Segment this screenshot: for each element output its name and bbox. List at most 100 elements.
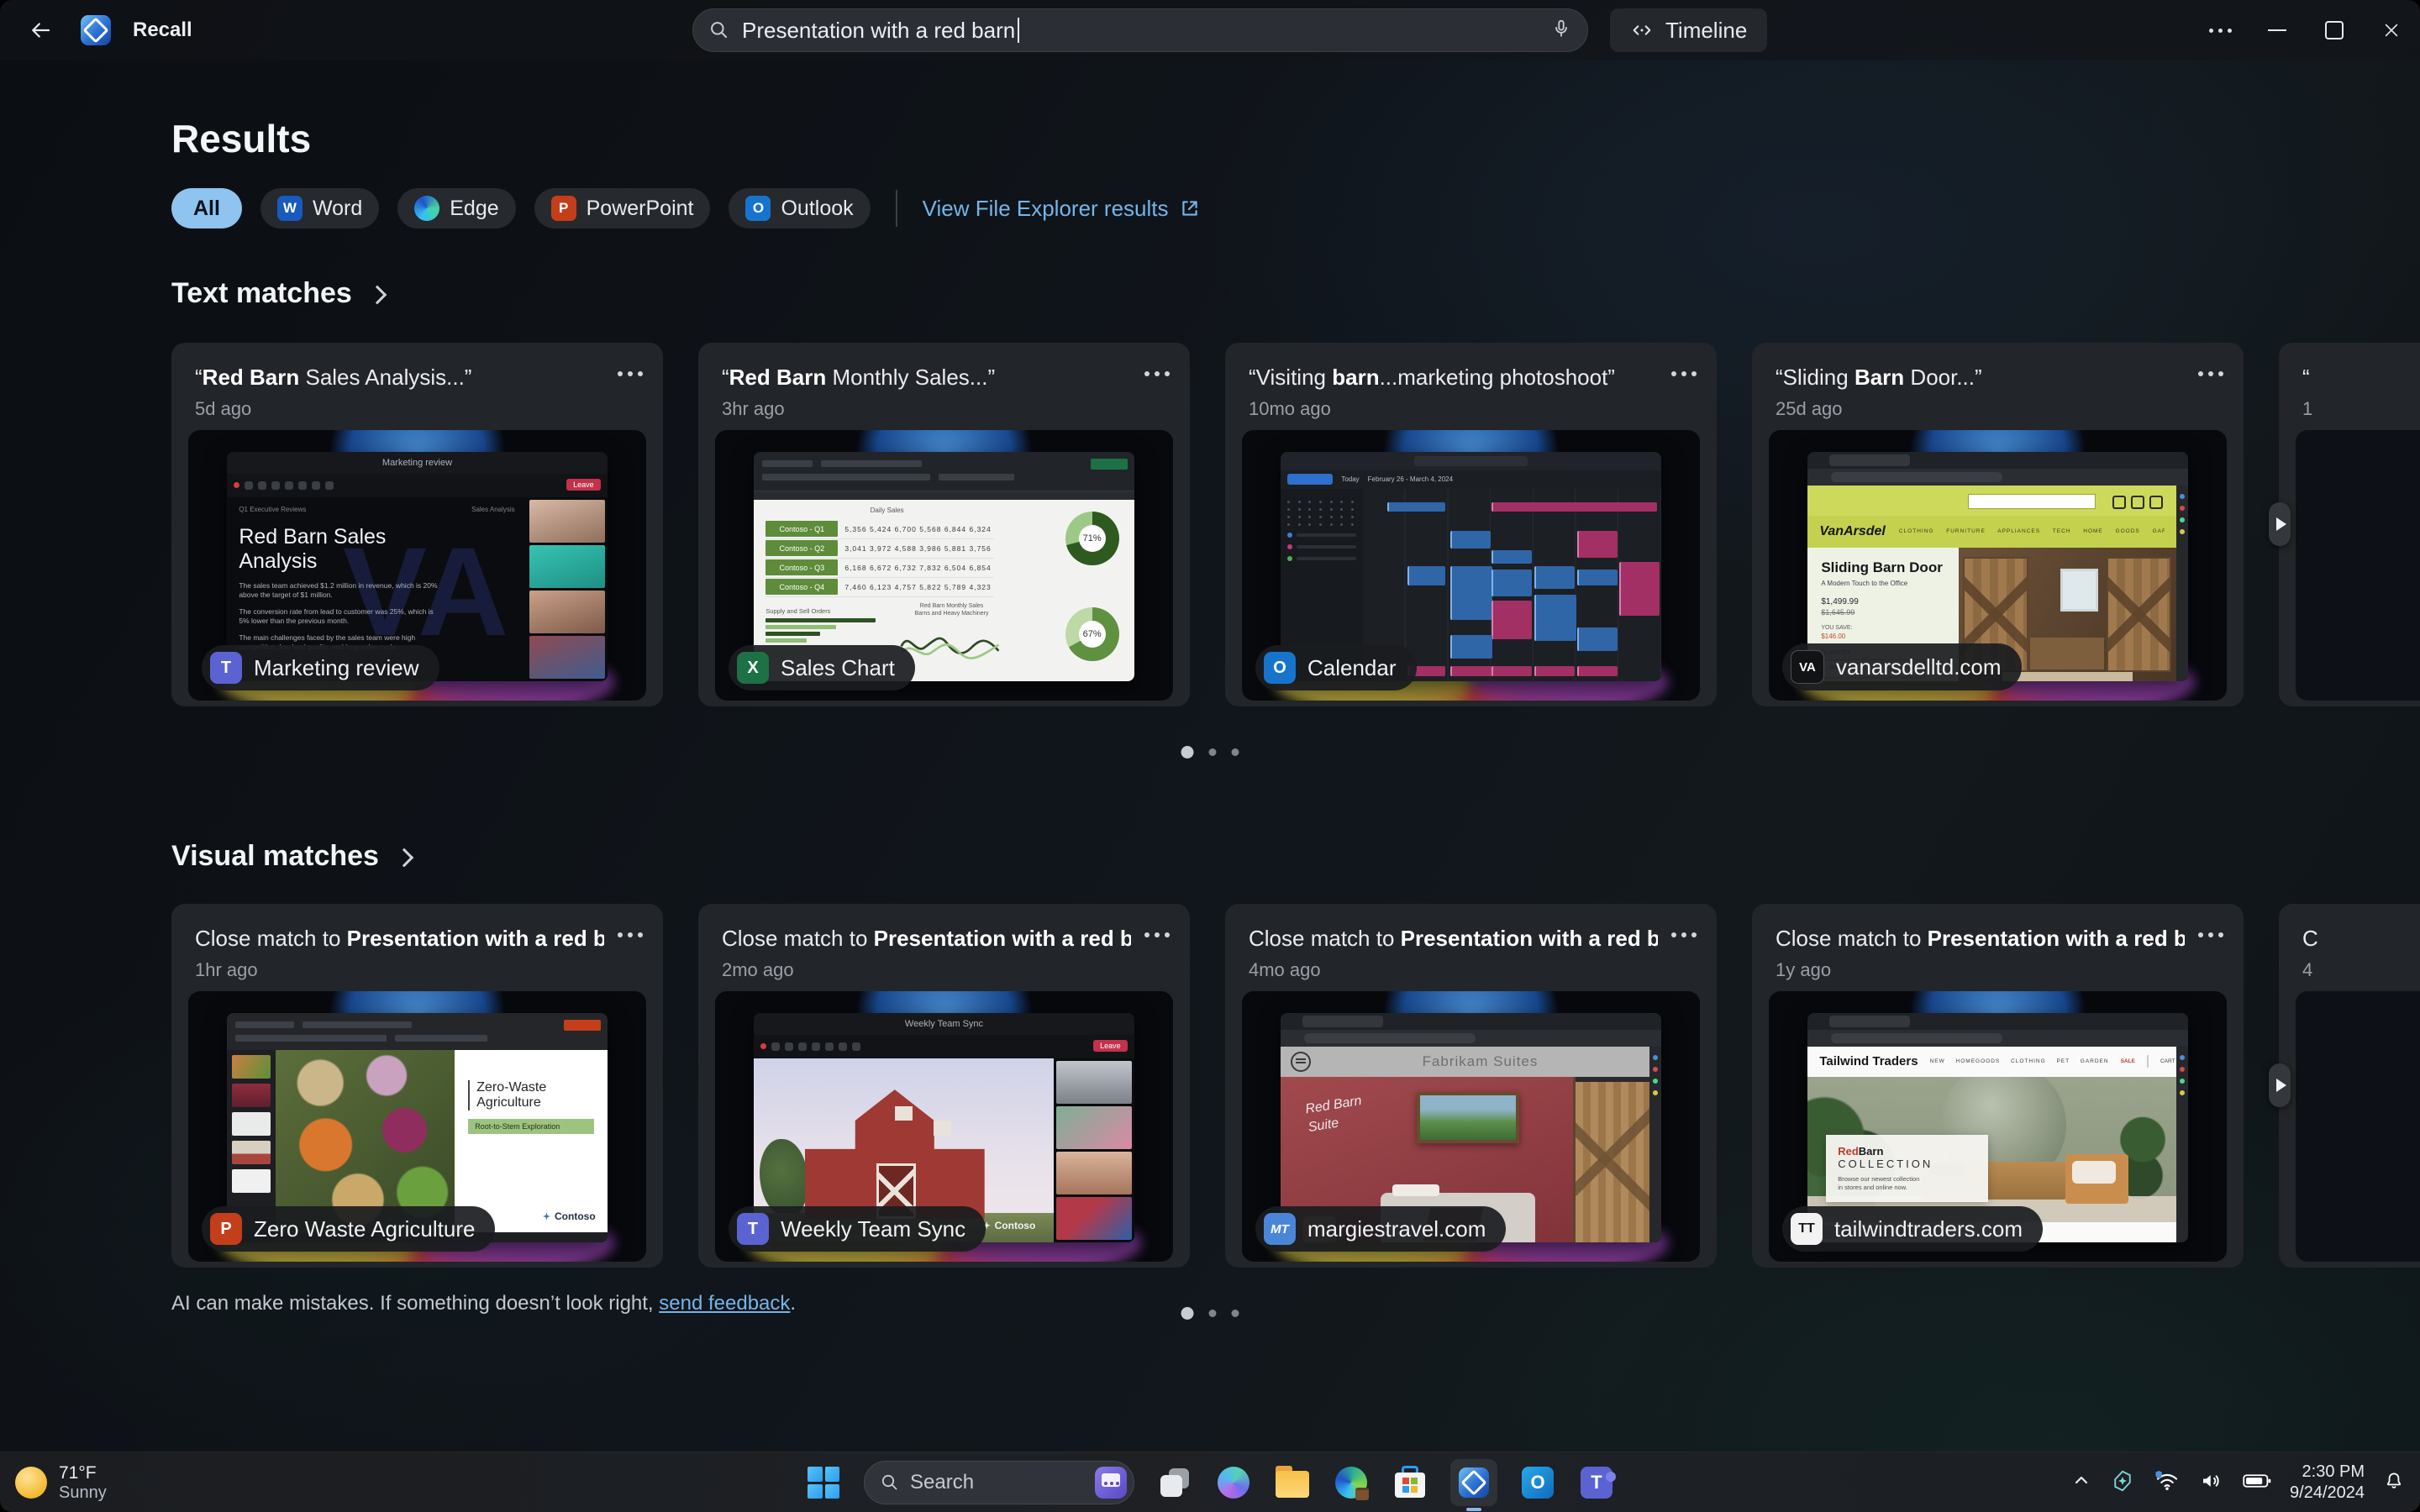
text-match-card-partial[interactable]: “ 1 (2279, 343, 2420, 706)
divider (896, 190, 897, 227)
card-title: “Sliding Barn Door...” (1776, 365, 2185, 391)
card-more-button[interactable] (1671, 932, 1697, 937)
mic-button[interactable] (1550, 18, 1572, 44)
text-matches-next-button[interactable] (2269, 502, 2291, 546)
send-feedback-link[interactable]: send feedback (659, 1292, 790, 1315)
minimize-icon (2268, 29, 2286, 31)
ai-disclaimer: AI can make mistakes. If something doesn… (171, 1292, 796, 1315)
back-button[interactable] (22, 12, 59, 49)
card-title: Close match to Presentation with a red b… (195, 926, 604, 952)
network-button[interactable] (2154, 1468, 2181, 1498)
filter-all[interactable]: All (171, 188, 242, 228)
card-timestamp: 5d ago (195, 398, 251, 420)
minimize-button[interactable] (2249, 0, 2306, 60)
card-more-button[interactable] (1671, 371, 1697, 376)
microsoft-store-button[interactable] (1392, 1464, 1428, 1501)
edge-work-button[interactable] (1333, 1464, 1370, 1501)
text-match-card-vanarsdel[interactable]: “Sliding Barn Door...” 25d ago VanArsdel… (1752, 343, 2244, 706)
ellipsis-icon (2209, 29, 2232, 33)
card-thumbnail (2296, 430, 2420, 701)
card-more-button[interactable] (2198, 932, 2223, 937)
clock[interactable]: 2:30 PM 9/24/2024 (2290, 1462, 2365, 1504)
text-matches-heading[interactable]: Text matches (171, 277, 384, 310)
timeline-label: Timeline (1665, 18, 1747, 44)
card-title: Close match to Presentation with a red b… (1249, 926, 1658, 952)
back-arrow-icon (28, 18, 53, 43)
taskbar-search-input[interactable]: Search (864, 1461, 1134, 1504)
visual-match-card-margiestravel[interactable]: Close match to Presentation with a red b… (1225, 904, 1717, 1268)
chevron-right-icon (367, 285, 387, 304)
app-badge: TT tailwindtraders.com (1782, 1206, 2043, 1252)
filter-word[interactable]: W Word (260, 188, 379, 228)
card-more-button[interactable] (618, 932, 643, 937)
page-title: Results (171, 116, 311, 161)
card-title: Close match to Presentation with a red b… (722, 926, 1131, 952)
recall-logo-icon (81, 15, 111, 45)
visual-match-card-zero-waste[interactable]: Close match to Presentation with a red b… (171, 904, 663, 1268)
card-timestamp: 1y ago (1776, 959, 1831, 981)
weather-condition: Sunny (59, 1483, 107, 1503)
file-explorer-results-link[interactable]: View File Explorer results (923, 196, 1201, 222)
card-timestamp: 1hr ago (195, 959, 258, 981)
battery-icon (2243, 1473, 2271, 1488)
file-explorer-button[interactable] (1274, 1464, 1311, 1501)
text-match-card-sales-chart[interactable]: “Red Barn Monthly Sales...” 3hr ago Dail… (698, 343, 1190, 706)
outlook-icon: O (1522, 1467, 1554, 1499)
sunny-icon (15, 1467, 47, 1499)
text-match-card-calendar[interactable]: “Visiting barn...marketing photoshoot” 1… (1225, 343, 1717, 706)
play-right-icon (2276, 517, 2286, 531)
maximize-icon (2325, 21, 2344, 39)
app-badge: T Weekly Team Sync (729, 1206, 986, 1252)
task-view-button[interactable] (1156, 1464, 1193, 1501)
studio-effects-icon (2110, 1468, 2135, 1494)
battery-button[interactable] (2243, 1473, 2271, 1493)
tailwindtraders-icon: TT (1791, 1213, 1823, 1245)
copilot-button[interactable] (1215, 1464, 1252, 1501)
card-title: “Red Barn Sales Analysis...” (195, 365, 604, 391)
visual-matches-heading[interactable]: Visual matches (171, 840, 411, 873)
volume-button[interactable] (2199, 1468, 2224, 1498)
teams-button[interactable]: T (1578, 1464, 1615, 1501)
chevron-right-icon (395, 848, 414, 867)
start-button[interactable] (805, 1464, 842, 1501)
filter-powerpoint[interactable]: P PowerPoint (534, 188, 711, 228)
search-input[interactable]: Presentation with a red barn (692, 8, 1588, 52)
visual-match-card-team-sync[interactable]: Close match to Presentation with a red b… (698, 904, 1190, 1268)
copilot-icon (1218, 1467, 1249, 1499)
card-thumbnail: TodayFebruary 26 - March 4, 2024 (1242, 430, 1700, 701)
card-timestamp: 1 (2302, 398, 2312, 420)
visual-match-card-partial[interactable]: C 4 (2279, 904, 2420, 1268)
card-more-button[interactable] (2198, 371, 2223, 376)
vanarsdel-icon: VA (1791, 650, 1824, 684)
more-options-button[interactable] (2191, 0, 2249, 60)
chevron-up-icon (2071, 1471, 2091, 1491)
visual-matches-pagination[interactable] (1181, 1307, 1239, 1320)
close-button[interactable] (2363, 0, 2420, 60)
card-more-button[interactable] (618, 371, 643, 376)
powerpoint-icon: P (210, 1213, 242, 1245)
card-thumbnail: Zero-Waste Agriculture Root-to-Stem Expl… (188, 991, 646, 1262)
card-more-button[interactable] (1144, 371, 1170, 376)
card-title: C (2302, 926, 2420, 952)
studio-effects-button[interactable] (2110, 1468, 2135, 1498)
maximize-button[interactable] (2306, 0, 2363, 60)
text-matches-row: “Red Barn Sales Analysis...” 5d ago Mark… (171, 343, 2420, 706)
teams-icon: T (210, 652, 242, 684)
filter-edge[interactable]: Edge (397, 188, 515, 228)
weather-widget[interactable]: 71°F Sunny (15, 1452, 107, 1512)
visual-matches-next-button[interactable] (2269, 1063, 2291, 1107)
card-thumbnail: Tailwind Traders NEW HOMEGOODS CLOTHING … (1769, 991, 2227, 1262)
edge-work-icon (1335, 1467, 1367, 1499)
notifications-button[interactable] (2383, 1470, 2405, 1496)
tray-overflow-button[interactable] (2071, 1471, 2091, 1495)
timeline-button[interactable]: Timeline (1610, 8, 1767, 52)
text-matches-pagination[interactable] (1181, 746, 1239, 759)
visual-match-card-tailwindtraders[interactable]: Close match to Presentation with a red b… (1752, 904, 2244, 1268)
text-match-card-marketing-review[interactable]: “Red Barn Sales Analysis...” 5d ago Mark… (171, 343, 663, 706)
card-more-button[interactable] (1144, 932, 1170, 937)
filter-outlook[interactable]: O Outlook (729, 188, 870, 228)
outlook-button[interactable]: O (1519, 1464, 1556, 1501)
card-thumbnail: Weekly Team Sync Leave Contoso (715, 991, 1173, 1262)
recall-taskbar-button[interactable] (1450, 1459, 1497, 1506)
app-badge: MT margiestravel.com (1255, 1206, 1506, 1252)
